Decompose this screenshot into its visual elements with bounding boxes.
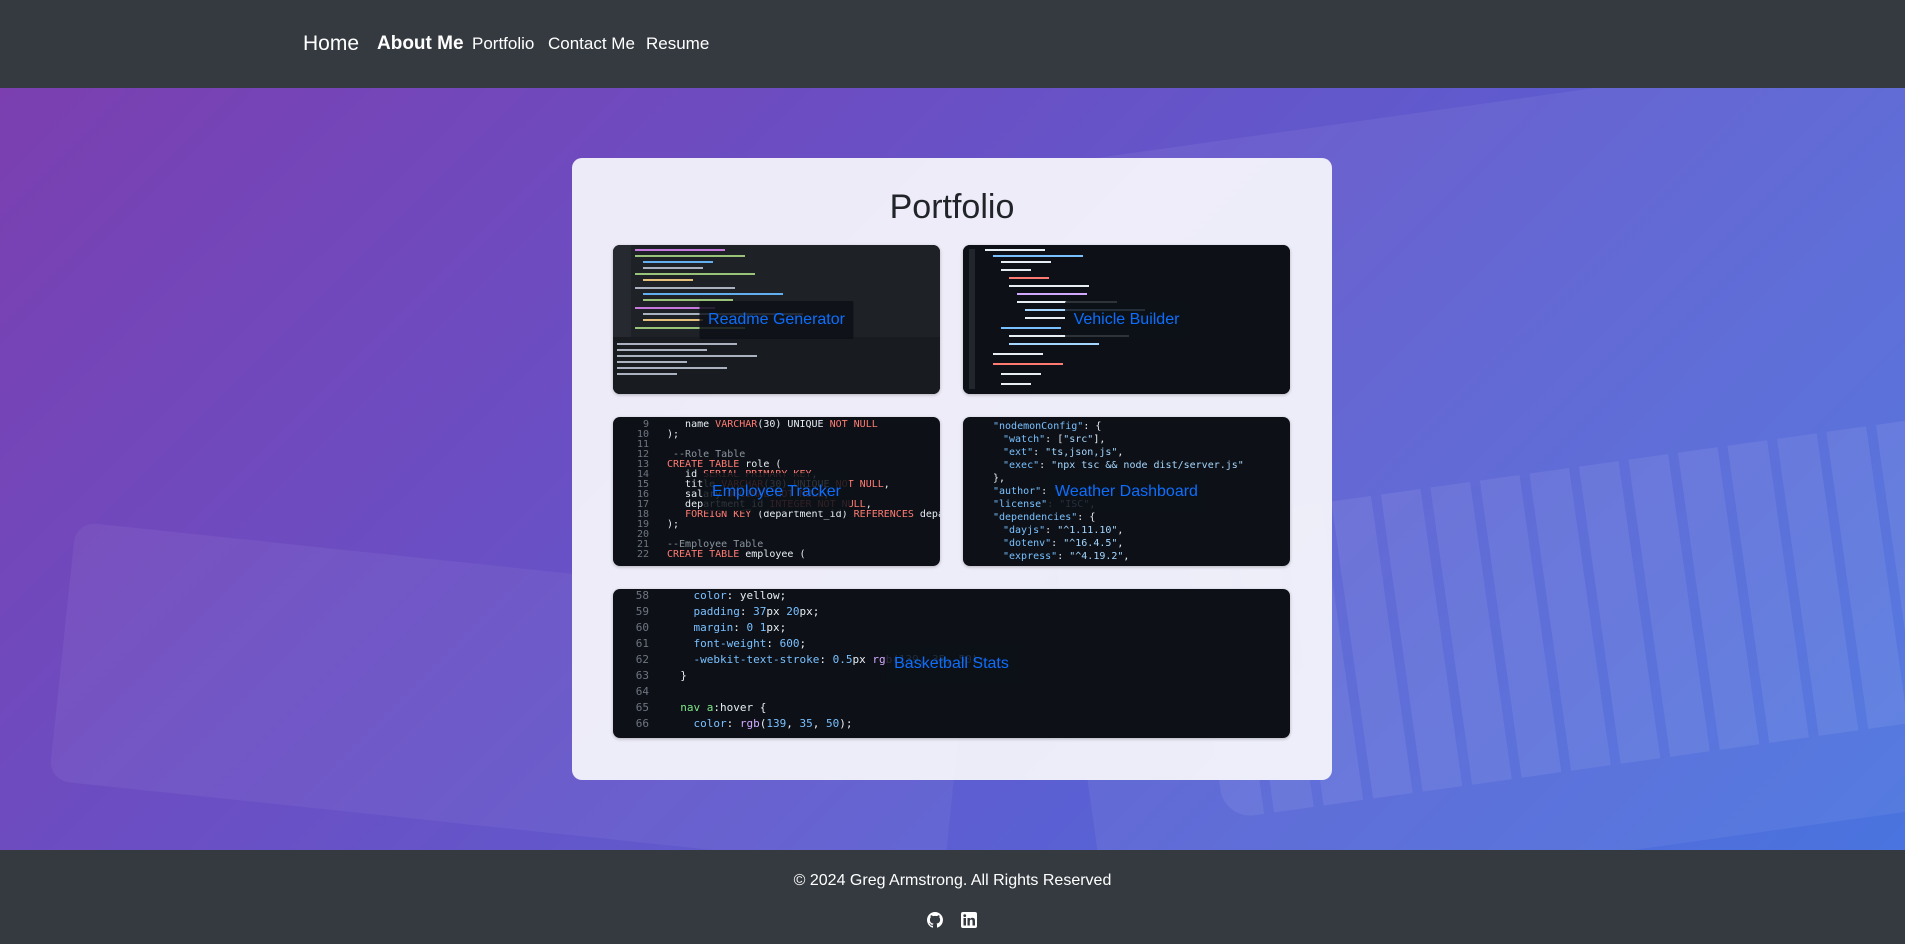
project-label: Weather Dashboard bbox=[1046, 472, 1207, 511]
project-weather-dashboard[interactable]: "nodemonConfig": { "watch": ["src"], "ex… bbox=[963, 417, 1290, 566]
nav-link-resume[interactable]: Resume bbox=[646, 34, 709, 54]
nav-home-link[interactable]: Home bbox=[303, 32, 359, 56]
project-label: Basketball Stats bbox=[885, 644, 1018, 683]
nav-link-contact-me[interactable]: Contact Me bbox=[548, 34, 635, 54]
copyright-text: © 2024 Greg Armstrong. All Rights Reserv… bbox=[793, 872, 1112, 889]
github-icon[interactable] bbox=[927, 912, 943, 928]
navbar: Home About Me Portfolio Contact Me Resum… bbox=[0, 0, 1905, 88]
linkedin-icon[interactable] bbox=[961, 912, 977, 928]
project-label: Employee Tracker bbox=[703, 472, 850, 511]
portfolio-title: Portfolio bbox=[889, 188, 1015, 226]
project-employee-tracker[interactable]: 9 name VARCHAR(30) UNIQUE NOT NULL 10); … bbox=[613, 417, 940, 566]
project-label: Vehicle Builder bbox=[1064, 300, 1189, 339]
nav-link-portfolio[interactable]: Portfolio bbox=[472, 34, 534, 54]
footer: © 2024 Greg Armstrong. All Rights Reserv… bbox=[0, 850, 1905, 944]
project-basketball-stats[interactable]: 58 color: yellow; 59 padding: 37px 20px;… bbox=[613, 589, 1290, 738]
portfolio-card: Portfolio Readme Generator Vehicle Build… bbox=[572, 158, 1332, 780]
project-label: Readme Generator bbox=[699, 300, 854, 339]
project-vehicle-builder[interactable]: Vehicle Builder bbox=[963, 245, 1290, 394]
project-readme-generator[interactable]: Readme Generator bbox=[613, 245, 940, 394]
nav-link-about-me[interactable]: About Me bbox=[377, 33, 464, 55]
